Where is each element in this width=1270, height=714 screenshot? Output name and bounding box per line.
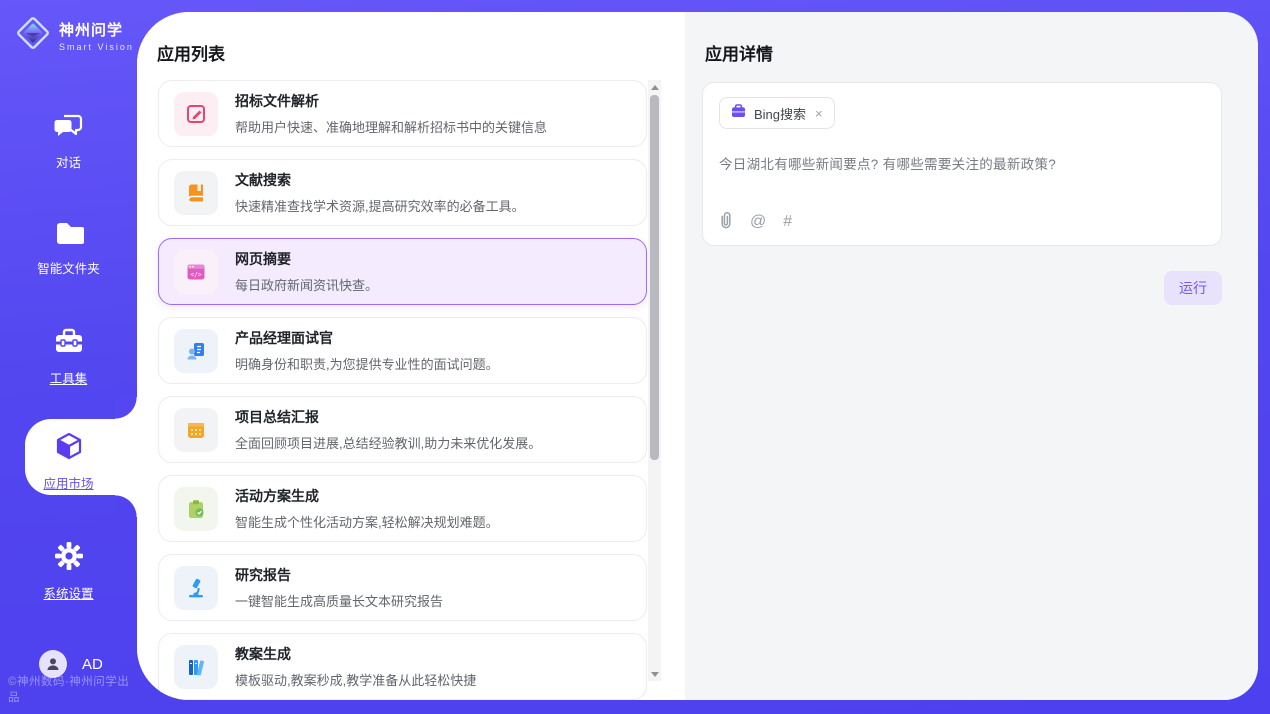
mention-at-icon[interactable]: @ [750, 214, 766, 230]
list-item[interactable]: 教案生成 模板驱动,教案秒成,教学准备从此轻松快捷 [158, 633, 647, 700]
folder-icon [0, 220, 137, 251]
diamond-logo-icon [14, 14, 52, 57]
tool-chip-bing-search[interactable]: Bing搜索 × [719, 97, 835, 129]
app-desc: 帮助用户快速、准确地理解和解析招标书中的关键信息 [235, 117, 547, 136]
app-list-panel: 应用列表 招标文件解析 帮助用户快速、准确地理解和解析招标书中的关键信息 [137, 12, 685, 700]
pen-square-icon [174, 92, 218, 136]
query-text[interactable]: 今日湖北有哪些新闻要点? 有哪些需要关注的最新政策? [719, 153, 1205, 173]
list-scrollbar[interactable] [648, 80, 661, 681]
list-item-selected[interactable]: </> 网页摘要 每日政府新闻资讯快查。 [158, 238, 647, 305]
app-name: 教案生成 [235, 644, 476, 664]
copyright-footer: ©神州数码·神州问学出品 [8, 673, 137, 705]
list-item[interactable]: 文献搜索 快速精准查找学术资源,提高研究效率的必备工具。 [158, 159, 647, 226]
hash-icon[interactable]: # [783, 214, 792, 230]
prompt-card: Bing搜索 × 今日湖北有哪些新闻要点? 有哪些需要关注的最新政策? @ # [702, 82, 1222, 246]
microscope-icon [174, 566, 218, 610]
user-icon [45, 656, 61, 672]
browser-code-icon: </> [174, 250, 218, 294]
triangle-up-icon [651, 85, 659, 90]
brand-logo: 神州问学 Smart Vision [14, 14, 134, 57]
app-name: 文献搜索 [235, 170, 525, 190]
app-desc: 明确身份和职责,为您提供专业性的面试问题。 [235, 354, 499, 373]
scroll-up-button[interactable] [648, 80, 661, 94]
app-desc: 每日政府新闻资讯快查。 [235, 275, 378, 294]
app-name: 研究报告 [235, 565, 443, 585]
app-name: 网页摘要 [235, 249, 378, 269]
app-desc: 智能生成个性化活动方案,轻松解决规划难题。 [235, 512, 499, 531]
brand-subtitle: Smart Vision [59, 42, 134, 52]
app-detail-title: 应用详情 [705, 40, 773, 65]
sidebar-item-settings[interactable]: 系统设置 [0, 541, 137, 603]
tool-chip-label: Bing搜索 [754, 104, 806, 123]
list-item[interactable]: 项目总结汇报 全面回顾项目进展,总结经验教训,助力未来优化发展。 [158, 396, 647, 463]
brand-name: 神州问学 [59, 19, 134, 40]
toolbox-icon [0, 328, 137, 361]
list-item[interactable]: 产品经理面试官 明确身份和职责,为您提供专业性的面试问题。 [158, 317, 647, 384]
run-row: 运行 [702, 271, 1222, 305]
sidebar-item-label: 智能文件夹 [37, 262, 100, 276]
app-detail-panel: 应用详情 Bing搜索 × 今日湖北有哪些新闻要点? 有哪些需要关注的最新政策? [685, 12, 1258, 700]
sidebar-item-app-market[interactable]: 应用市场 [0, 431, 137, 493]
list-item[interactable]: 招标文件解析 帮助用户快速、准确地理解和解析招标书中的关键信息 [158, 80, 647, 147]
app-name: 招标文件解析 [235, 91, 547, 111]
main-content: 应用列表 招标文件解析 帮助用户快速、准确地理解和解析招标书中的关键信息 [137, 12, 1258, 700]
book-icon [174, 171, 218, 215]
attachment-toolbar: @ # [719, 211, 792, 233]
chat-icon [0, 112, 137, 145]
scroll-down-button[interactable] [648, 667, 661, 681]
user-initials: AD [82, 656, 103, 673]
cube-icon [0, 431, 137, 466]
gear-icon [0, 541, 137, 576]
app-desc: 快速精准查找学术资源,提高研究效率的必备工具。 [235, 196, 525, 215]
sidebar-item-label: 工具集 [50, 372, 88, 386]
run-button[interactable]: 运行 [1164, 271, 1222, 305]
app-desc: 全面回顾项目进展,总结经验教训,助力未来优化发展。 [235, 433, 541, 452]
sidebar-item-label: 系统设置 [43, 587, 93, 601]
app-name: 项目总结汇报 [235, 407, 541, 427]
interviewer-icon [174, 329, 218, 373]
sidebar-item-toolset[interactable]: 工具集 [0, 328, 137, 388]
calendar-note-icon [174, 408, 218, 452]
books-icon [174, 645, 218, 689]
app-desc: 模板驱动,教案秒成,教学准备从此轻松快捷 [235, 670, 476, 689]
sidebar-item-label: 应用市场 [43, 477, 93, 491]
app-name: 产品经理面试官 [235, 328, 499, 348]
app-list-title: 应用列表 [157, 40, 225, 65]
sidebar-item-smart-folder[interactable]: 智能文件夹 [0, 220, 137, 278]
svg-text:</>: </> [190, 271, 201, 278]
triangle-down-icon [651, 672, 659, 677]
close-icon[interactable]: × [814, 106, 824, 121]
sidebar: 神州问学 Smart Vision 对话 智能文件夹 [0, 0, 137, 714]
app-name: 活动方案生成 [235, 486, 499, 506]
app-list: 招标文件解析 帮助用户快速、准确地理解和解析招标书中的关键信息 文献搜索 快速精… [158, 80, 647, 700]
scrollbar-thumb[interactable] [650, 95, 659, 460]
sidebar-item-chat[interactable]: 对话 [0, 112, 137, 172]
list-item[interactable]: 活动方案生成 智能生成个性化活动方案,轻松解决规划难题。 [158, 475, 647, 542]
briefcase-icon [731, 104, 746, 123]
list-item[interactable]: 研究报告 一键智能生成高质量长文本研究报告 [158, 554, 647, 621]
app-desc: 一键智能生成高质量长文本研究报告 [235, 591, 443, 610]
clipboard-check-icon [174, 487, 218, 531]
paperclip-icon[interactable] [719, 211, 733, 233]
sidebar-item-label: 对话 [56, 156, 81, 170]
